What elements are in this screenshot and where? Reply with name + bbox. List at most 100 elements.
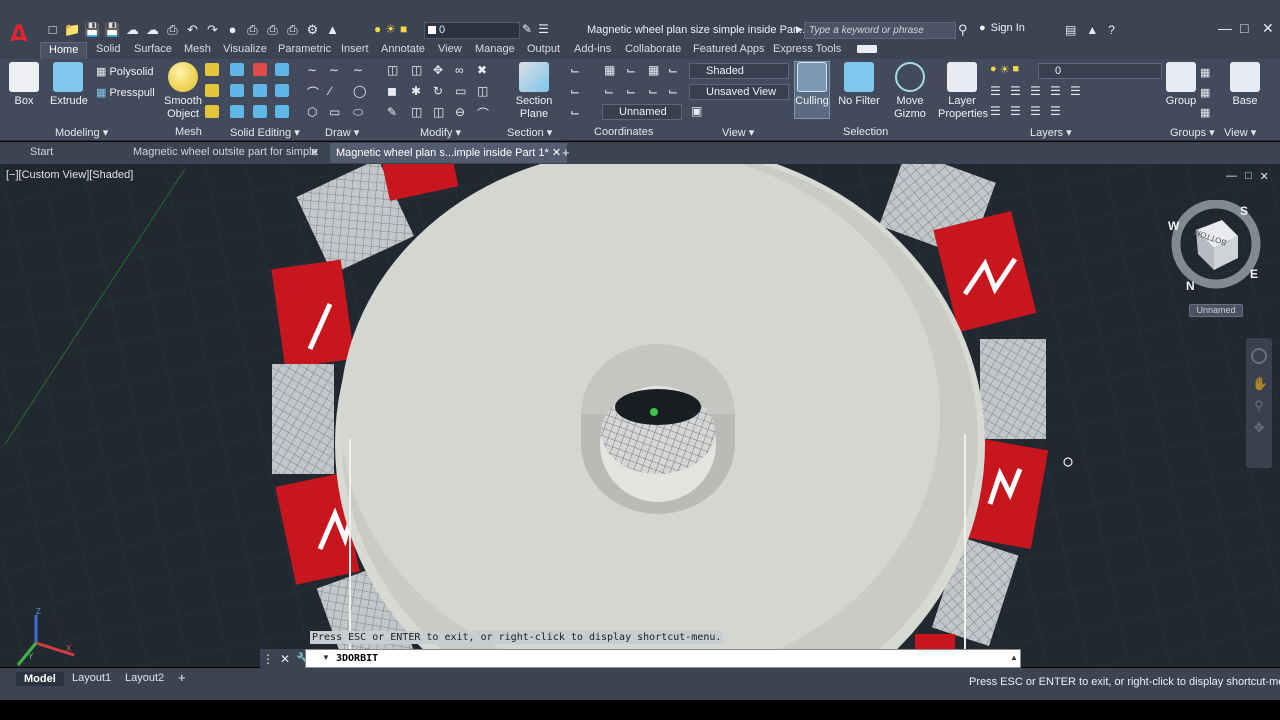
mesh-refine-icon[interactable] — [205, 105, 219, 118]
fillet-icon[interactable]: ⌒ — [477, 105, 489, 122]
tab-start[interactable]: Start — [30, 146, 53, 158]
circle-icon[interactable]: ◯ — [353, 84, 366, 98]
panel-coordinates[interactable]: Coordinates — [594, 126, 653, 138]
layer-match-icon2[interactable]: ☰ — [1050, 104, 1061, 118]
no-filter-button[interactable]: No Filter — [838, 62, 880, 108]
extract-edges-icon[interactable] — [253, 63, 267, 76]
steering-wheel-icon[interactable] — [1251, 348, 1267, 364]
smooth-object-button[interactable]: Smooth Object — [163, 62, 203, 121]
viewport-close-icon[interactable]: ✕ — [1260, 170, 1269, 183]
layer-off-icon[interactable]: ☰ — [990, 84, 1001, 98]
panel-groups[interactable]: Groups ▾ — [1170, 126, 1215, 139]
tab-add-ins[interactable]: Add-ins — [574, 43, 611, 55]
tab-home[interactable]: Home — [40, 42, 88, 59]
save-web-icon[interactable]: ☁ — [144, 21, 161, 38]
undo-icon[interactable]: ↶ — [184, 21, 201, 38]
command-input[interactable]: 3DORBIT — [305, 649, 1021, 668]
plot-icon[interactable]: ⎙ — [164, 21, 181, 38]
ucs-x-icon[interactable]: ⌙ — [626, 63, 636, 77]
ungroup-icon[interactable]: ▦ — [1200, 63, 1210, 83]
stretch-icon[interactable]: ▭ — [455, 84, 466, 98]
move-gizmo-button[interactable]: Move Gizmo — [891, 62, 929, 121]
panel-solid-editing[interactable]: Solid Editing ▾ — [230, 126, 300, 139]
mesh-smooth-less-icon[interactable] — [205, 84, 219, 97]
align-icon[interactable]: ◫ — [411, 63, 422, 77]
drawing-viewport[interactable] — [0, 164, 1280, 667]
intersect-icon[interactable] — [230, 105, 244, 118]
close-tab-1-icon[interactable]: ✕ — [310, 146, 319, 159]
shell-icon[interactable] — [275, 105, 289, 118]
workspace-icon[interactable]: ⚙ — [304, 21, 321, 38]
tab-model[interactable]: Model — [16, 672, 64, 686]
trim-icon[interactable]: ✖ — [477, 63, 487, 77]
lock-icon[interactable]: ■ — [400, 22, 407, 36]
subtract-icon[interactable] — [230, 84, 244, 97]
orbit-icon[interactable]: ✥ — [1252, 420, 1266, 435]
ucs-z-icon[interactable]: ⌙ — [668, 63, 678, 77]
tab-surface[interactable]: Surface — [134, 43, 172, 55]
viewcube[interactable]: BOTTOM S W E N — [1166, 199, 1266, 300]
publish-icon[interactable]: ⎙ — [284, 21, 301, 38]
magnet-block[interactable] — [272, 364, 334, 474]
copy-icon[interactable]: ◫ — [477, 84, 488, 98]
minimize-icon[interactable]: — — [1218, 20, 1232, 36]
tab-mesh[interactable]: Mesh — [184, 43, 211, 55]
tab-featured-apps[interactable]: Featured Apps — [693, 43, 765, 55]
ucs-menu-button[interactable]: Unnamed — [1189, 304, 1243, 317]
chevron-right-icon[interactable]: ▶ — [796, 24, 803, 35]
group-button[interactable]: Group — [1165, 62, 1197, 108]
line-icon[interactable]: ∼ — [307, 63, 317, 77]
help-icon[interactable]: ? — [1108, 23, 1115, 37]
tab-layout2[interactable]: Layout2 — [125, 672, 164, 684]
tab-annotate[interactable]: Annotate — [381, 43, 425, 55]
separate-icon[interactable] — [275, 63, 289, 76]
panel-modify[interactable]: Modify ▾ — [420, 126, 461, 139]
panel-view-2[interactable]: View ▾ — [1224, 126, 1256, 139]
ucs-icon[interactable]: ⌙ — [570, 63, 580, 77]
thicken-icon[interactable] — [253, 105, 267, 118]
viewport-restore-icon[interactable]: □ — [1245, 170, 1252, 183]
rectangle-icon[interactable]: ▭ — [329, 105, 340, 119]
new-tab-icon[interactable]: + — [562, 145, 570, 160]
layer-dropdown[interactable]: 0 — [1038, 63, 1162, 79]
tab-collaborate[interactable]: Collaborate — [625, 43, 681, 55]
ucs-view-icon[interactable]: ⌙ — [570, 84, 580, 98]
layer-properties-button[interactable]: Layer Properties — [938, 62, 988, 121]
new-icon[interactable]: □ — [44, 21, 61, 38]
ucs-3pt-icon[interactable]: ⌙ — [648, 84, 658, 98]
visual-style-dropdown[interactable]: Shaded — [689, 63, 789, 79]
bulb2-icon[interactable]: ● — [990, 63, 997, 76]
maximize-icon[interactable]: □ — [1240, 20, 1248, 36]
panel-modeling[interactable]: Modeling ▾ — [55, 126, 108, 139]
tab-express-tools[interactable]: Express Tools — [773, 43, 841, 55]
panel-mesh[interactable]: Mesh — [175, 126, 202, 138]
sun2-icon[interactable]: ☀ — [1000, 63, 1010, 76]
ellipse-icon[interactable]: ⬭ — [353, 105, 363, 120]
new-layout-icon[interactable]: + — [178, 670, 186, 685]
command-close-icon[interactable]: ✕ — [280, 652, 290, 666]
tab-doc-inside[interactable]: Magnetic wheel plan s...imple inside Par… — [330, 143, 568, 163]
zoom-icon[interactable]: ⚲ — [1252, 398, 1266, 413]
layer-unlock-icon[interactable]: ☰ — [1070, 84, 1081, 98]
tab-visualize[interactable]: Visualize — [223, 43, 267, 55]
move-icon[interactable]: ✥ — [433, 63, 443, 77]
union-icon[interactable] — [230, 63, 244, 76]
tab-manage[interactable]: Manage — [475, 43, 515, 55]
save-icon[interactable]: 💾 — [84, 21, 101, 38]
open-web-icon[interactable]: ☁ — [124, 21, 141, 38]
scale-icon[interactable]: ◫ — [411, 105, 422, 119]
layer-lock-icon[interactable]: ☰ — [1050, 84, 1061, 98]
close-icon[interactable]: ✕ — [1262, 20, 1274, 37]
tab-solid[interactable]: Solid — [96, 43, 120, 55]
layer-freeze-icon[interactable]: ☰ — [1030, 84, 1041, 98]
slice-icon[interactable] — [253, 84, 267, 97]
tab-doc-outsite[interactable]: Magnetic wheel outsite part for simple — [133, 146, 318, 158]
base-button[interactable]: Base — [1230, 62, 1260, 108]
viewport-config-icon[interactable]: ▣ — [691, 104, 702, 118]
sun-icon[interactable]: ☀ — [385, 22, 396, 36]
arc-icon[interactable]: ⌒ — [307, 84, 319, 101]
offset-icon[interactable]: ⊖ — [455, 105, 465, 119]
layer-dropdown-title[interactable]: 0 — [424, 22, 520, 39]
layer-match-icon[interactable]: ☰ — [538, 22, 549, 36]
layer-on-icon[interactable]: ☰ — [990, 104, 1001, 118]
